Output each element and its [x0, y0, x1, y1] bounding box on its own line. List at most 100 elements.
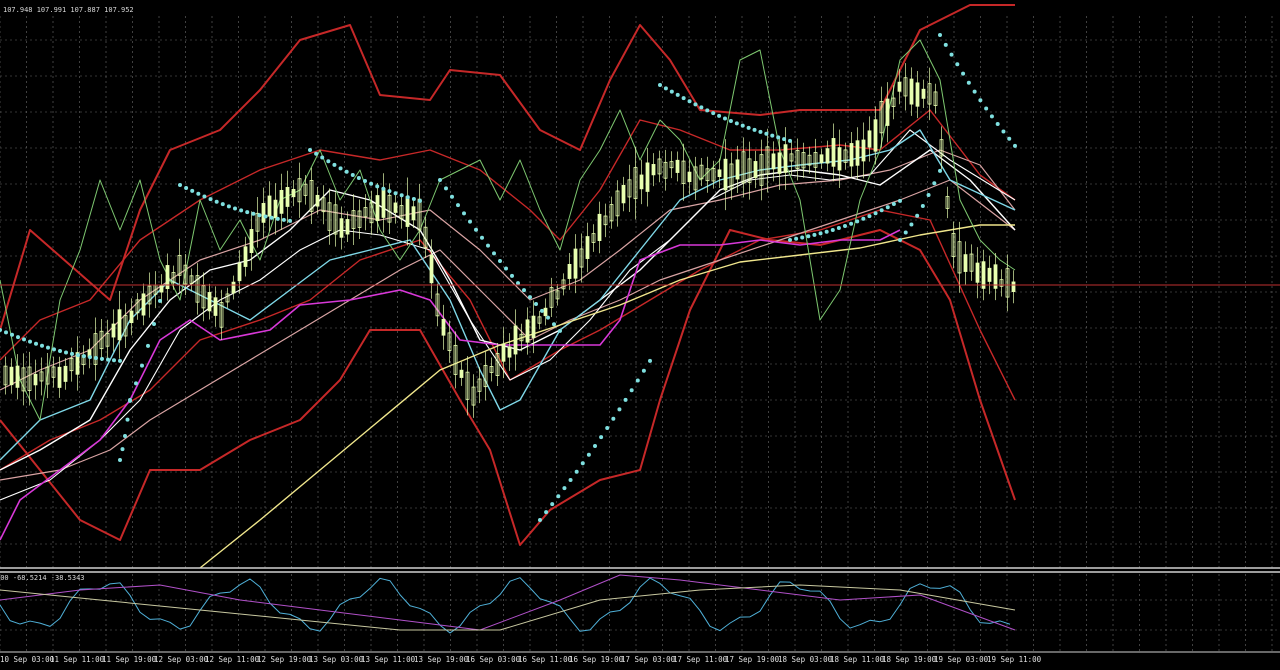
- candle-body: [771, 153, 776, 170]
- close-price-line: [0, 39, 1016, 421]
- sar-dot: [344, 169, 349, 174]
- sar-dot: [740, 123, 745, 128]
- candle-body: [783, 144, 788, 173]
- candle-body: [393, 202, 398, 213]
- candle-body: [855, 140, 860, 166]
- sar-dot: [623, 397, 628, 402]
- sar-dot: [915, 213, 920, 218]
- sar-dot: [556, 494, 561, 499]
- bollinger-lower-mid: [0, 209, 1016, 471]
- sar-dot: [898, 198, 902, 203]
- candle-body: [117, 309, 122, 341]
- sar-dot: [534, 302, 538, 307]
- sar-dot: [648, 358, 652, 363]
- candle-body: [279, 189, 284, 214]
- candle-body: [921, 88, 926, 99]
- candle-body: [15, 365, 20, 388]
- sar-dot: [411, 197, 416, 202]
- price-chart[interactable]: 107.948 107.991 107.887 107.952 200 -68.…: [0, 0, 1280, 670]
- sar-dot: [629, 388, 634, 393]
- sar-dot: [70, 351, 74, 356]
- sar-dot: [984, 106, 989, 111]
- sar-dot: [903, 230, 908, 235]
- grid: [0, 16, 1280, 652]
- sar-dot: [675, 92, 680, 97]
- sar-dot: [746, 125, 751, 130]
- candle-body: [501, 343, 506, 362]
- sar-dot: [134, 381, 138, 386]
- candle-body: [57, 366, 62, 388]
- sar-dot: [943, 42, 948, 47]
- sar-dot: [728, 118, 733, 123]
- sar-dot: [269, 215, 274, 220]
- sar-dot: [474, 227, 478, 232]
- sar-dot: [909, 222, 914, 227]
- candle-body: [735, 159, 740, 180]
- sar-dot: [764, 131, 769, 136]
- sar-dot: [10, 332, 14, 337]
- sar-dot: [788, 238, 792, 242]
- sar-dot: [540, 308, 544, 313]
- candle-body: [375, 195, 380, 221]
- sar-dot: [158, 298, 162, 303]
- candle-body: [405, 196, 410, 227]
- candle-body: [345, 219, 350, 235]
- candle-body: [213, 297, 218, 316]
- sar-dot: [239, 208, 244, 213]
- sar-dot: [263, 214, 268, 219]
- sar-dot: [462, 211, 466, 216]
- chart-window[interactable]: 107.948 107.991 107.887 107.952 200 -68.…: [0, 0, 1280, 670]
- sar-dot: [806, 234, 811, 239]
- sar-dot: [699, 105, 704, 110]
- candle-body: [915, 82, 920, 107]
- sar-dot: [350, 172, 355, 177]
- ohlc-readout: 107.948 107.991 107.887 107.952: [3, 6, 134, 14]
- candle-body: [645, 162, 650, 192]
- sar-dot: [275, 216, 280, 221]
- sar-dot: [782, 137, 787, 142]
- candle-body: [849, 143, 854, 167]
- candle-body: [261, 203, 266, 223]
- moving-average-white: [0, 149, 1016, 471]
- candle-body: [963, 254, 968, 272]
- x-tick-label: 10 Sep 03:00: [0, 655, 55, 664]
- sar-dot: [855, 219, 860, 224]
- candle-body: [525, 319, 530, 343]
- sar-dot: [492, 251, 496, 256]
- sar-dot: [717, 113, 722, 118]
- candle-body: [141, 293, 146, 316]
- sar-dot: [112, 358, 116, 363]
- sar-dot: [818, 231, 823, 236]
- sar-dot: [226, 204, 231, 209]
- sar-dot: [843, 223, 847, 228]
- candle-body: [111, 323, 116, 338]
- candle-body: [543, 307, 548, 317]
- candle-body: [861, 139, 866, 162]
- sar-dot: [693, 102, 698, 107]
- sar-dot: [711, 111, 716, 116]
- candle-body: [441, 318, 446, 336]
- sar-dot: [995, 122, 1000, 127]
- sar-dot: [34, 341, 38, 346]
- sar-dot: [794, 236, 799, 241]
- candle-body: [207, 292, 212, 312]
- x-tick-label: 18 Sep 19:00: [882, 655, 937, 664]
- sar-dot: [641, 368, 646, 373]
- candle-body: [285, 187, 290, 207]
- sar-dot: [405, 195, 410, 200]
- sar-dot: [966, 80, 971, 85]
- candle-body: [897, 81, 902, 92]
- candle-body: [831, 138, 836, 167]
- candle-body: [267, 195, 272, 217]
- candle-body: [9, 366, 14, 386]
- sar-dot: [257, 213, 262, 218]
- sar-dot: [705, 108, 710, 113]
- candle-body: [231, 281, 236, 294]
- sar-dot: [989, 114, 994, 119]
- candle-body: [411, 206, 416, 221]
- sar-dot: [867, 214, 872, 219]
- x-tick-label: 11 Sep 19:00: [102, 655, 157, 664]
- candle-body: [531, 315, 536, 338]
- sar-dot: [522, 288, 526, 293]
- candle-body: [687, 171, 692, 183]
